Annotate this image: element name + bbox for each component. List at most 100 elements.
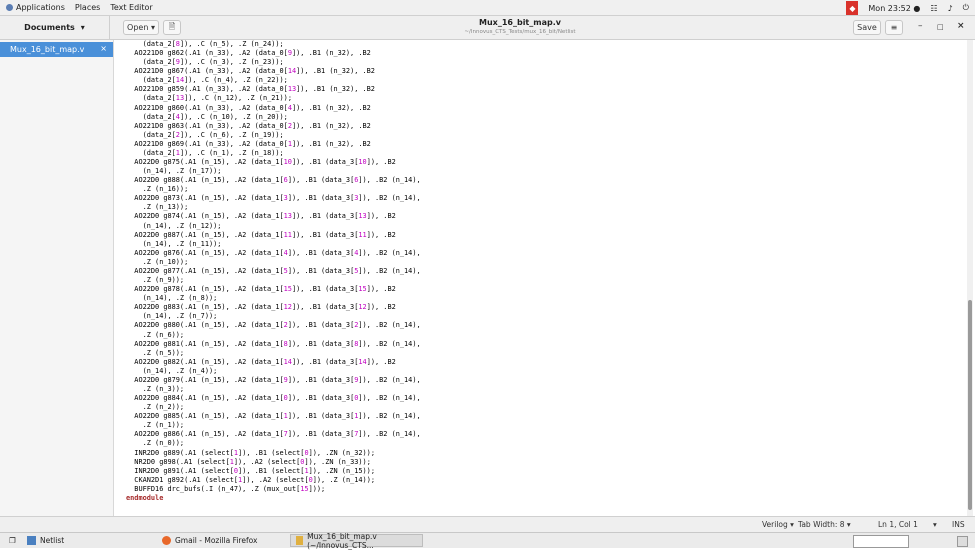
code-line: (n_14), .Z (n_7)); [126,312,218,321]
number-literal: 15 [300,484,309,493]
task-netlist[interactable]: Netlist [22,534,69,547]
sidebar-item-document[interactable]: Mux_16_bit_map.v × [0,42,113,57]
task-text-editor[interactable]: Mux_16_bit_map.v (~/Innovus_CTS... [290,532,423,550]
code-line: (n_14), .Z (n_11)); [126,239,222,248]
number-literal: 1 [233,448,239,457]
code-line: AO221D0 g859(.A1 (n_33), .A2 (data_0[13]… [126,85,375,94]
code-line: (data_2[13]), .C (n_12), .Z (n_21)); [126,94,292,103]
number-literal: 1 [283,412,288,421]
window-list: ❐ Netlist Gmail - Mozilla Firefox Mux_16… [0,532,975,550]
number-literal: 12 [358,303,367,312]
code-line: (data_2[1]), .C (n_1), .Z (n_18)); [126,148,284,157]
number-literal: 0 [233,466,239,475]
number-literal: 9 [287,49,292,58]
task-firefox[interactable]: Gmail - Mozilla Firefox [157,534,262,547]
number-literal: 4 [283,248,288,257]
number-literal: 8 [354,339,359,348]
number-literal: 1 [175,148,180,157]
code-line: (data_2[8]), .C (n_5), .Z (n_24)); [126,40,284,48]
code-line: .Z (n_5)); [126,348,185,357]
documents-button[interactable]: Documents ▾ [0,16,110,39]
number-literal: 2 [175,130,180,139]
top-panel: Applications Places Text Editor ◆ Mon 23… [0,0,975,16]
open-label: Open [127,23,149,32]
save-button[interactable]: Save [853,20,881,35]
cursor-position[interactable]: Ln 1, Col 1 [878,520,918,529]
code-line: AO221D0 g860(.A1 (n_33), .A2 (data_0[4])… [126,103,371,112]
new-document-button[interactable]: 🗎 [163,20,181,35]
number-literal: 10 [283,158,292,167]
folder-icon [27,536,36,545]
applications-menu[interactable]: Applications [6,3,65,12]
number-literal: 5 [354,266,359,275]
number-literal: 15 [283,285,292,294]
number-literal: 0 [283,394,288,403]
firefox-icon [162,536,171,545]
number-literal: 1 [354,412,359,421]
code-line: endmodule [126,494,163,502]
code-line: NR2D0 g898(.A1 (select[1]), .A2 (select[… [126,457,371,466]
volume-icon[interactable]: ♪ [948,4,953,13]
number-literal: 3 [354,194,359,203]
close-document-icon[interactable]: × [100,44,107,53]
number-literal: 15 [358,285,367,294]
workspace-indicator[interactable] [957,536,968,547]
number-literal: 1 [304,466,309,475]
number-literal: 8 [175,40,180,48]
document-title: Mux_16_bit_map.v [479,18,561,27]
close-icon[interactable]: × [957,21,965,31]
text-editor-menu[interactable]: Text Editor [110,3,152,12]
code-line: (data_2[2]), .C (n_6), .Z (n_19)); [126,130,284,139]
status-bar: Verilog ▾ Tab Width: 8 ▾ Ln 1, Col 1 ▾ I… [0,516,975,532]
number-literal: 0 [304,448,309,457]
workspace-switcher[interactable] [853,535,909,548]
network-icon[interactable]: ☷ [930,4,937,13]
code-line: AO22D0 g878(.A1 (n_15), .A2 (data_1[15])… [126,285,396,294]
number-literal: 9 [283,375,288,384]
number-literal: 10 [358,158,367,167]
code-line: AO22D0 g875(.A1 (n_15), .A2 (data_1[10])… [126,158,396,167]
number-literal: 11 [358,230,367,239]
number-literal: 0 [308,475,313,484]
tab-width-selector[interactable]: Tab Width: 8 ▾ [798,520,851,529]
hamburger-menu-button[interactable]: ≡ [885,20,903,35]
number-literal: 14 [175,76,185,85]
language-selector[interactable]: Verilog ▾ [762,520,794,529]
code-line: AO22D0 g879(.A1 (n_15), .A2 (data_1[9]),… [126,375,421,384]
code-editor[interactable]: (data_2[8]), .C (n_5), .Z (n_24)); AO221… [114,40,965,516]
number-literal: 13 [175,94,185,103]
chevron-down-icon: ▾ [150,23,155,32]
number-literal: 14 [283,357,292,366]
chevron-down-icon[interactable]: ▾ [933,520,937,529]
power-icon[interactable]: ⏻ [963,3,969,13]
scrollbar-thumb[interactable] [968,300,972,510]
places-menu[interactable]: Places [75,3,100,12]
number-literal: 9 [175,58,180,67]
code-line: AO22D0 g882(.A1 (n_15), .A2 (data_1[14])… [126,357,396,366]
number-literal: 2 [283,321,288,330]
number-literal: 12 [283,303,292,312]
minimize-icon[interactable]: – [918,21,923,31]
maximize-icon[interactable]: □ [937,23,944,31]
code-text[interactable]: (data_2[8]), .C (n_5), .Z (n_24)); AO221… [126,40,421,503]
code-line: AO221D0 g862(.A1 (n_33), .A2 (data_0[9])… [126,49,371,58]
code-line: .Z (n_6)); [126,330,185,339]
number-literal: 9 [354,375,359,384]
clock[interactable]: Mon 23:52 ● [868,4,920,13]
number-literal: 2 [287,121,292,130]
number-literal: 6 [354,176,359,185]
code-line: INR2D0 g891(.A1 (select[0]), .B1 (select… [126,466,375,475]
show-desktop-button[interactable]: ❐ [4,534,21,547]
gnome-foot-icon [6,4,13,11]
code-line: AO221D0 g867(.A1 (n_33), .A2 (data_0[14]… [126,67,375,76]
code-line: .Z (n_16)); [126,185,189,194]
notification-icon[interactable]: ◆ [846,1,859,15]
keyword: endmodule [126,493,164,502]
number-literal: 6 [283,176,288,185]
code-line: .Z (n_13)); [126,203,189,212]
code-line: AO22D0 g888(.A1 (n_15), .A2 (data_1[6]),… [126,176,421,185]
top-right-tray: ◆ Mon 23:52 ● ☷ ♪ ⏻ [846,0,969,16]
number-literal: 4 [287,103,292,112]
open-button[interactable]: Open ▾ [123,20,159,35]
code-line: (n_14), .Z (n_4)); [126,366,218,375]
